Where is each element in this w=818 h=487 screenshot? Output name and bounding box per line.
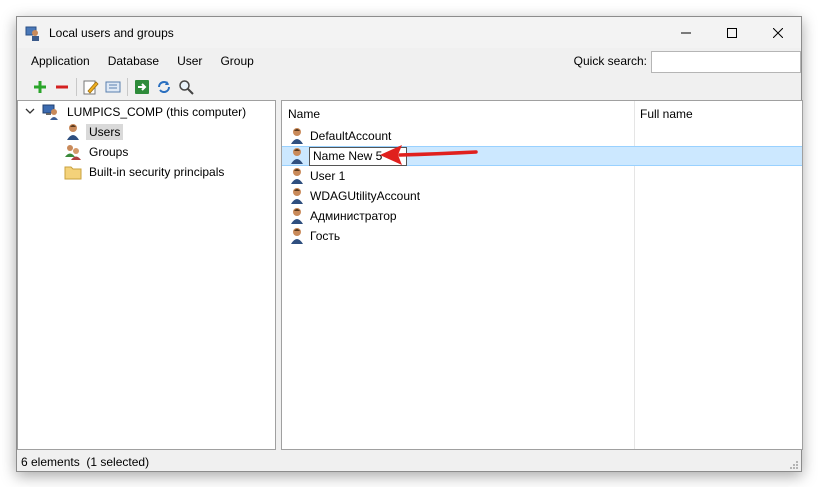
close-icon bbox=[773, 27, 783, 38]
resize-grip-icon[interactable] bbox=[789, 460, 799, 470]
users-list[interactable]: Name Full name DefaultAccount User 1 bbox=[281, 100, 803, 450]
add-button[interactable] bbox=[29, 76, 51, 98]
export-icon bbox=[135, 80, 149, 94]
quick-search-input[interactable] bbox=[651, 51, 801, 73]
minimize-button[interactable] bbox=[663, 17, 709, 48]
list-item-name: Администратор bbox=[310, 209, 397, 223]
column-header-name[interactable]: Name bbox=[282, 101, 634, 127]
user-icon bbox=[64, 123, 82, 141]
search-icon bbox=[179, 80, 194, 95]
user-icon bbox=[288, 187, 306, 205]
edit-button[interactable] bbox=[80, 76, 102, 98]
status-bar: 6 elements (1 selected) bbox=[17, 451, 801, 472]
tree-item-label: Built-in security principals bbox=[89, 165, 225, 179]
toolbar-separator bbox=[127, 78, 128, 96]
refresh-button[interactable] bbox=[153, 76, 175, 98]
title-bar[interactable]: Local users and groups bbox=[17, 17, 801, 48]
list-item-editing[interactable] bbox=[282, 146, 802, 166]
list-item[interactable]: User 1 bbox=[282, 166, 802, 186]
status-text: 6 elements (1 selected) bbox=[21, 454, 150, 469]
list-item-name: User 1 bbox=[310, 169, 346, 183]
list-item-name: DefaultAccount bbox=[310, 129, 392, 143]
user-icon bbox=[288, 127, 306, 145]
close-button[interactable] bbox=[755, 17, 801, 48]
folder-icon bbox=[64, 163, 82, 181]
app-window: Local users and groups Application Datab… bbox=[16, 16, 803, 472]
remove-button[interactable] bbox=[51, 76, 73, 98]
quick-search-label: Quick search: bbox=[573, 54, 647, 68]
maximize-button[interactable] bbox=[709, 17, 755, 48]
edit-icon bbox=[83, 80, 99, 95]
annotation-arrow-icon bbox=[380, 145, 478, 165]
add-icon bbox=[34, 81, 46, 93]
group-icon bbox=[64, 143, 82, 161]
tree-item-label: Groups bbox=[89, 145, 129, 159]
column-header-full-name[interactable]: Full name bbox=[634, 101, 802, 127]
list-item[interactable]: Гость bbox=[282, 226, 802, 246]
refresh-icon bbox=[158, 81, 170, 93]
window-title: Local users and groups bbox=[49, 25, 174, 40]
app-icon bbox=[25, 25, 41, 41]
list-header: Name Full name bbox=[282, 101, 802, 127]
toolbar-separator bbox=[76, 78, 77, 96]
tree-root-label: LUMPICS_COMP (this computer) bbox=[67, 105, 247, 119]
user-icon bbox=[288, 167, 306, 185]
menu-user[interactable]: User bbox=[168, 48, 211, 75]
computer-users-icon bbox=[42, 103, 60, 121]
tree-item-label: Users bbox=[86, 124, 124, 140]
user-icon bbox=[288, 227, 306, 245]
tree-item-groups[interactable]: Groups bbox=[64, 142, 131, 162]
properties-icon bbox=[105, 81, 121, 93]
chevron-down-icon[interactable] bbox=[24, 105, 36, 117]
menu-bar: Application Database User Group Quick se… bbox=[17, 48, 801, 75]
export-button[interactable] bbox=[131, 76, 153, 98]
menu-group[interactable]: Group bbox=[211, 48, 262, 75]
user-icon bbox=[288, 147, 306, 165]
search-button[interactable] bbox=[175, 76, 197, 98]
toolbar bbox=[17, 75, 801, 99]
remove-icon bbox=[56, 85, 68, 89]
list-item-name: Гость bbox=[310, 229, 341, 243]
list-item[interactable]: DefaultAccount bbox=[282, 126, 802, 146]
tree-item-builtin-principals[interactable]: Built-in security principals bbox=[64, 162, 227, 182]
list-item-name: WDAGUtilityAccount bbox=[310, 189, 421, 203]
minimize-icon bbox=[681, 32, 691, 33]
list-item[interactable]: WDAGUtilityAccount bbox=[282, 186, 802, 206]
tree-root[interactable]: LUMPICS_COMP (this computer) bbox=[42, 102, 249, 122]
menu-database[interactable]: Database bbox=[99, 48, 168, 75]
properties-button[interactable] bbox=[102, 76, 124, 98]
list-item[interactable]: Администратор bbox=[282, 206, 802, 226]
tree-item-users[interactable]: Users bbox=[64, 122, 124, 142]
user-icon bbox=[288, 207, 306, 225]
maximize-icon bbox=[727, 27, 737, 38]
menu-application[interactable]: Application bbox=[22, 48, 99, 75]
tree-pane[interactable]: LUMPICS_COMP (this computer) Users Group… bbox=[17, 100, 276, 450]
